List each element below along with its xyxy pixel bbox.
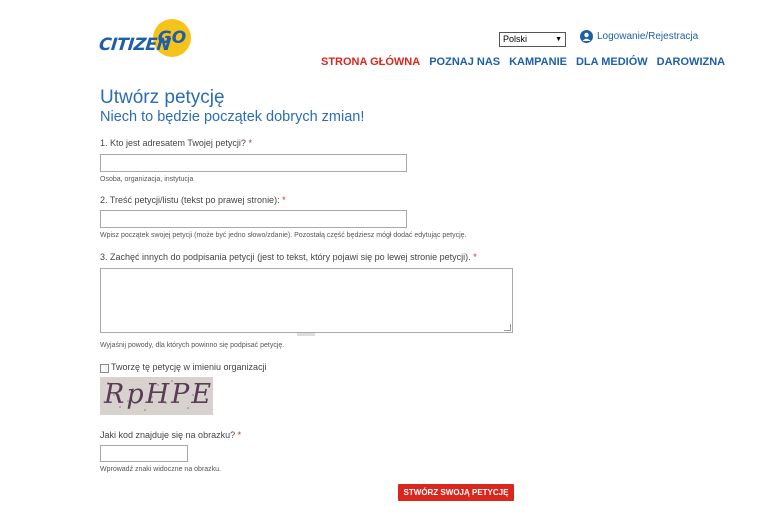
login-link-label: Logowanie/Rejestracja — [597, 31, 699, 42]
main-nav: STRONA GŁÓWNA POZNAJ NAS KAMPANIE DLA ME… — [321, 56, 734, 68]
resize-handle-icon[interactable] — [504, 324, 511, 331]
recipient-label-text: 1. Kto jest adresatem Twojej petycji? — [100, 138, 246, 148]
encourage-label: 3. Zachęć innych do podpisania petycji (… — [100, 252, 477, 262]
login-link[interactable]: Logowanie/Rejestracja — [580, 30, 698, 43]
captcha-label-text: Jaki kod znajduje się na obrazku? — [100, 430, 236, 440]
page-title: Utwórz petycję — [100, 87, 225, 108]
nav-item-campaigns[interactable]: KAMPANIE — [509, 56, 567, 68]
captcha-label: Jaki kod znajduje się na obrazku? * — [100, 430, 241, 440]
language-select[interactable]: Polski ▼ — [499, 32, 566, 47]
petition-text-hint: Wpisz początek swojej petycji (może być … — [100, 232, 467, 239]
recipient-input[interactable] — [100, 154, 407, 172]
nav-item-home[interactable]: STRONA GŁÓWNA — [321, 56, 420, 68]
required-marker: * — [473, 252, 477, 262]
recipient-label: 1. Kto jest adresatem Twojej petycji? * — [100, 138, 252, 148]
organization-checkbox[interactable] — [100, 364, 109, 373]
encourage-label-text: 3. Zachęć innych do podpisania petycji (… — [100, 252, 471, 262]
required-marker: * — [248, 138, 252, 148]
create-petition-button[interactable]: STWÓRZ SWOJĄ PETYCJĘ — [398, 484, 514, 501]
recipient-hint: Osoba, organizacja, instytucja — [100, 176, 194, 183]
organization-checkbox-label[interactable]: Tworzę tę petycję w imieniu organizacji — [111, 362, 267, 372]
user-icon — [580, 30, 593, 43]
chevron-down-icon: ▼ — [555, 36, 562, 43]
page-subtitle: Niech to będzie początek dobrych zmian! — [100, 109, 365, 125]
encourage-textarea[interactable] — [100, 268, 513, 333]
captcha-text: RpHPE — [104, 379, 213, 410]
petition-text-label: 2. Treść petycji/listu (tekst po prawej … — [100, 195, 286, 205]
logo-citizen-text: CITIZEN — [97, 35, 172, 55]
nav-item-media[interactable]: DLA MEDIÓW — [576, 56, 648, 68]
encourage-hint: Wyjaśnij powody, dla których powinno się… — [100, 342, 285, 349]
petition-text-label-text: 2. Treść petycji/listu (tekst po prawej … — [100, 195, 280, 205]
captcha-hint: Wprowadź znaki widoczne na obrazku. — [100, 466, 222, 473]
citizengo-logo[interactable]: GO CITIZEN — [97, 19, 195, 61]
textarea-grip[interactable] — [297, 333, 315, 336]
required-marker: * — [282, 195, 286, 205]
petition-text-input[interactable] — [100, 210, 407, 228]
nav-item-donate[interactable]: DAROWIZNA — [657, 56, 725, 68]
language-select-value: Polski — [503, 34, 528, 44]
captcha-input[interactable] — [100, 445, 188, 462]
captcha-image: RpHPE — [100, 377, 213, 415]
nav-item-about[interactable]: POZNAJ NAS — [429, 56, 500, 68]
required-marker: * — [237, 430, 242, 440]
